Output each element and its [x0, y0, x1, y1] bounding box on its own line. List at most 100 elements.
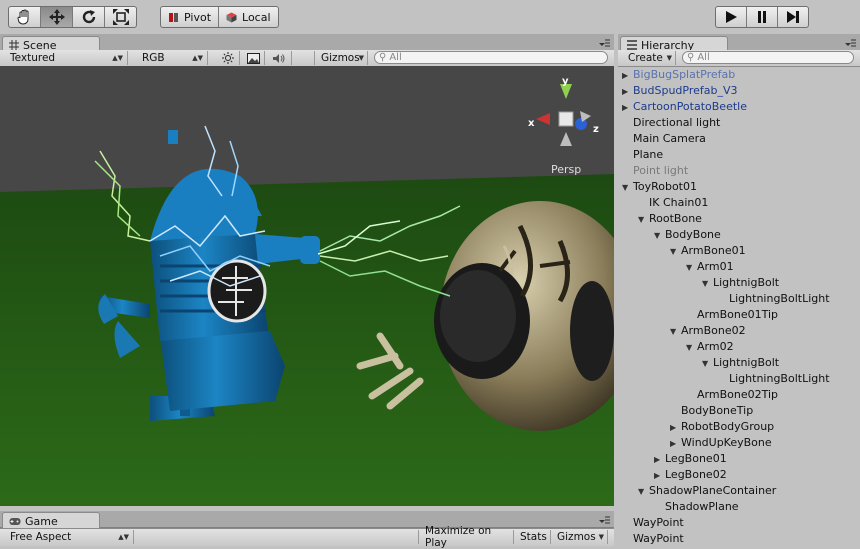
expanded-arrow-icon[interactable]: ▼	[702, 356, 713, 372]
pivot-group: Pivot Local	[160, 6, 279, 28]
scene-audio-toggle[interactable]	[266, 51, 292, 65]
hierarchy-list: ▶ BigBugSplatPrefab ▶ BudSpudPrefab_V3 ▶ Cart…	[618, 67, 860, 546]
stats-toggle[interactable]: Stats	[514, 530, 551, 544]
hierarchy-item[interactable]: ▼ RootBone	[638, 211, 702, 227]
expanded-arrow-icon[interactable]: ▼	[670, 324, 681, 340]
gizmos-label: Gizmos	[321, 52, 360, 64]
aspect-value: Free Aspect	[10, 531, 72, 543]
hierarchy-item[interactable]: ▼ LightnigBolt	[702, 275, 779, 291]
collapsed-arrow-icon[interactable]: ▶	[654, 452, 665, 468]
projection-label[interactable]: Persp	[551, 163, 581, 176]
expanded-arrow-icon[interactable]: ▼	[670, 244, 681, 260]
collapsed-arrow-icon[interactable]: ▶	[670, 420, 681, 436]
create-dropdown[interactable]: Create ▼	[622, 51, 676, 65]
hierarchy-item-label: LegBone01	[665, 452, 727, 465]
hierarchy-item[interactable]: ArmBone02Tip	[686, 387, 778, 403]
collapsed-arrow-icon[interactable]: ▶	[622, 84, 633, 100]
pivot-toggle[interactable]: Pivot	[161, 7, 220, 27]
hierarchy-item-label: ArmBone01Tip	[697, 308, 779, 321]
expanded-arrow-icon[interactable]: ▼	[654, 228, 665, 244]
hierarchy-item[interactable]: BodyBoneTip	[670, 403, 753, 419]
panel-menu-icon[interactable]	[844, 38, 856, 48]
hierarchy-item[interactable]: ▶ BigBugSplatPrefab	[622, 67, 735, 83]
hand-tool-button[interactable]	[9, 7, 41, 27]
expanded-arrow-icon[interactable]: ▼	[622, 180, 633, 196]
gizmos-dropdown[interactable]: Gizmos ▼	[314, 51, 368, 65]
hierarchy-item-label: BodyBone	[665, 228, 721, 241]
scale-tool-button[interactable]	[105, 7, 136, 27]
hierarchy-item[interactable]: LightningBoltLight	[718, 291, 830, 307]
game-tabbar: Game	[0, 511, 614, 529]
game-gizmos-dropdown[interactable]: Gizmos ▼	[551, 530, 608, 544]
collapsed-arrow-icon[interactable]: ▶	[622, 68, 633, 84]
hierarchy-item[interactable]: ▼ ShadowPlaneContainer	[638, 483, 776, 499]
step-button[interactable]	[778, 7, 808, 27]
move-tool-button[interactable]	[41, 7, 73, 27]
hierarchy-item[interactable]: ArmBone01Tip	[686, 307, 778, 323]
hierarchy-item-label: ArmBone02Tip	[697, 388, 779, 401]
hierarchy-item-label: RootBone	[649, 212, 702, 225]
hierarchy-item[interactable]: LightningBoltLight	[718, 371, 830, 387]
hierarchy-item[interactable]: ▶ LegBone02	[654, 467, 727, 483]
maximize-on-play-toggle[interactable]: Maximize on Play	[418, 525, 514, 549]
hierarchy-item[interactable]: ▼ ArmBone01	[670, 243, 746, 259]
hierarchy-item[interactable]: Plane	[622, 147, 663, 163]
aspect-dropdown[interactable]: Free Aspect ▲▼	[4, 530, 134, 544]
collapsed-arrow-icon[interactable]: ▶	[622, 100, 633, 116]
expanded-arrow-icon[interactable]: ▼	[638, 484, 649, 500]
collapsed-arrow-icon[interactable]: ▶	[654, 468, 665, 484]
scene-search-field[interactable]: ⚲ All	[374, 51, 608, 64]
scene-image-toggle[interactable]	[241, 51, 265, 65]
hierarchy-item[interactable]: ▼ LightnigBolt	[702, 355, 779, 371]
gizmo-x-label: x	[528, 118, 535, 129]
hierarchy-item-label: ShadowPlane	[665, 500, 739, 513]
hierarchy-item[interactable]: Directional light	[622, 115, 720, 131]
hierarchy-item-label: ArmBone02	[681, 324, 746, 337]
scene-viewport[interactable]: y x z Persp	[0, 66, 614, 506]
hierarchy-item-label: ShadowPlaneContainer	[649, 484, 777, 497]
hierarchy-item[interactable]: WayPoint	[622, 531, 684, 546]
hierarchy-item[interactable]: ▼ Arm02	[686, 339, 734, 355]
hierarchy-item-label: WindUpKeyBone	[681, 436, 772, 449]
hierarchy-item-label: Arm02	[697, 340, 734, 353]
hierarchy-item[interactable]: Main Camera	[622, 131, 706, 147]
pause-button[interactable]	[747, 7, 778, 27]
render-mode-dropdown[interactable]: Textured ▲▼	[4, 51, 128, 65]
panel-menu-icon[interactable]	[598, 38, 610, 48]
hierarchy-item[interactable]: ▼ Arm01	[686, 259, 734, 275]
hierarchy-item-label: ToyRobot01	[633, 180, 697, 193]
create-label: Create	[628, 52, 663, 64]
play-icon	[726, 11, 737, 23]
play-button[interactable]	[716, 7, 747, 27]
hierarchy-item-label: BigBugSplatPrefab	[633, 68, 736, 81]
expanded-arrow-icon[interactable]: ▼	[686, 340, 697, 356]
hierarchy-item-label: LightningBoltLight	[729, 372, 830, 385]
hierarchy-item[interactable]: ▼ ToyRobot01	[622, 179, 697, 195]
hierarchy-search-field[interactable]: ⚲ All	[682, 51, 854, 64]
hierarchy-item[interactable]: ▶ RobotBodyGroup	[670, 419, 774, 435]
expanded-arrow-icon[interactable]: ▼	[702, 276, 713, 292]
hierarchy-item[interactable]: WayPoint	[622, 515, 684, 531]
hierarchy-item-label: LegBone02	[665, 468, 727, 481]
pause-icon	[758, 11, 766, 23]
hierarchy-item[interactable]: ▼ BodyBone	[654, 227, 721, 243]
scene-lighting-toggle[interactable]	[216, 51, 240, 65]
color-mode-dropdown[interactable]: RGB ▲▼	[136, 51, 208, 65]
dropdown-arrow-icon: ▼	[358, 54, 364, 62]
tab-game[interactable]: Game	[2, 512, 100, 529]
expanded-arrow-icon[interactable]: ▼	[686, 260, 697, 276]
rotate-tool-button[interactable]	[73, 7, 105, 27]
hierarchy-item[interactable]: ShadowPlane	[654, 499, 739, 515]
hierarchy-item[interactable]: ▶ BudSpudPrefab_V3	[622, 83, 738, 99]
hierarchy-item[interactable]: ▼ ArmBone02	[670, 323, 746, 339]
expanded-arrow-icon[interactable]: ▼	[638, 212, 649, 228]
hierarchy-item[interactable]: IK Chain01	[638, 195, 708, 211]
local-toggle[interactable]: Local	[219, 7, 278, 27]
collapsed-arrow-icon[interactable]: ▶	[670, 436, 681, 452]
hierarchy-item[interactable]: ▶ CartoonPotatoBeetle	[622, 99, 747, 115]
hierarchy-item[interactable]: ▶ WindUpKeyBone	[670, 435, 772, 451]
panel-menu-icon[interactable]	[598, 515, 610, 525]
dropdown-arrow-icon: ▼	[598, 533, 604, 541]
hierarchy-item[interactable]: Point light	[622, 163, 688, 179]
hierarchy-item[interactable]: ▶ LegBone01	[654, 451, 727, 467]
